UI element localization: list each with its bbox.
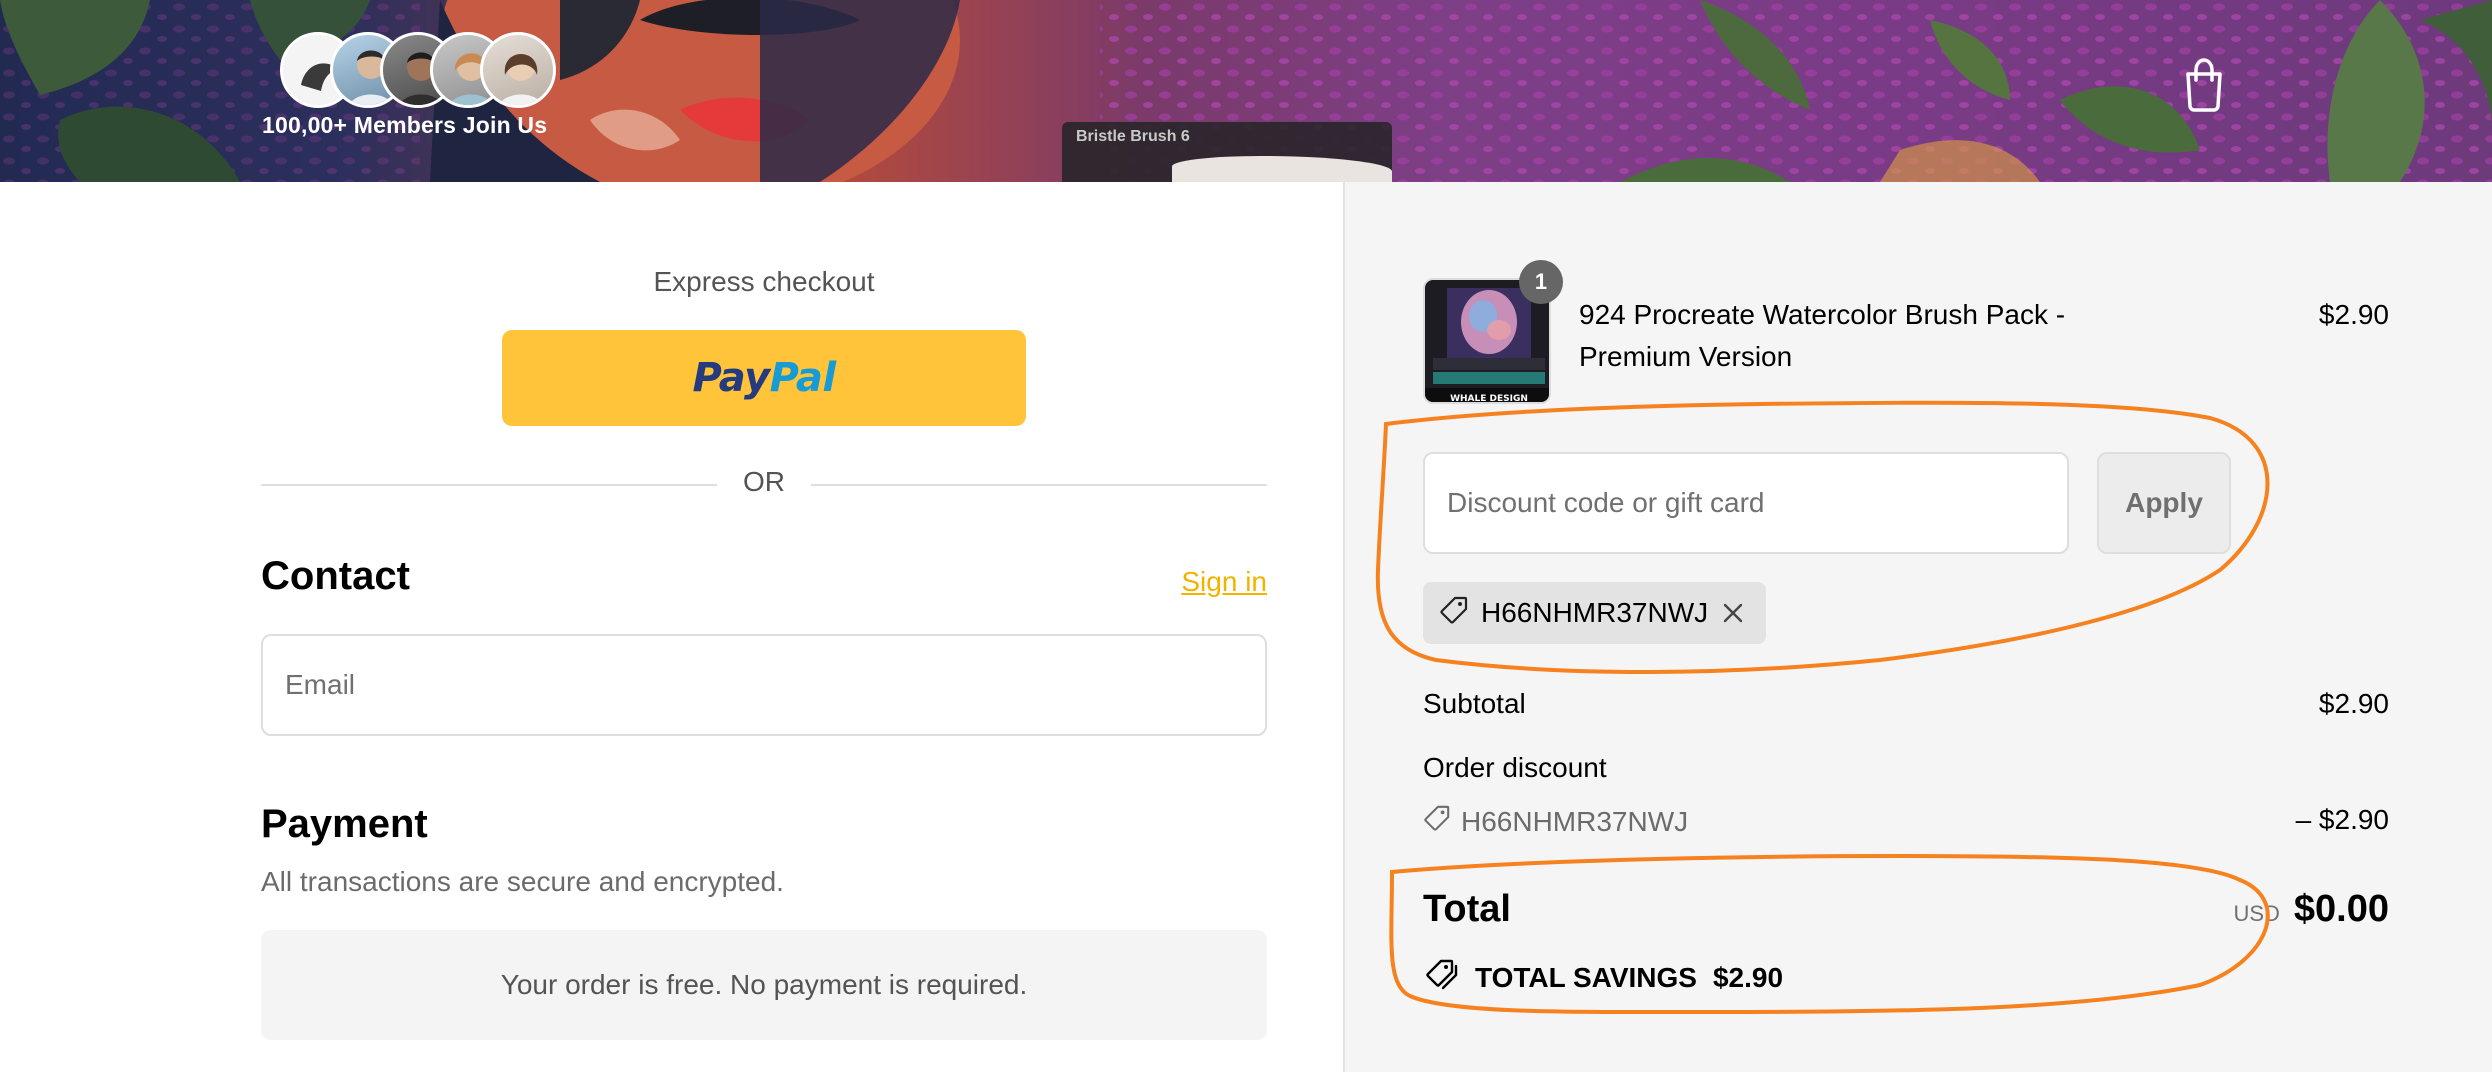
savings-label: TOTAL SAVINGS (1475, 961, 1697, 993)
tag-icon (1423, 804, 1451, 839)
members-badge: 100,00+ Members Join Us (262, 30, 582, 150)
remove-code-icon[interactable] (1720, 600, 1746, 626)
avatar (480, 32, 556, 108)
discount-value: – $2.90 (2295, 804, 2389, 835)
savings-tag-icon (1423, 958, 1459, 997)
free-order-notice: Your order is free. No payment is requir… (261, 930, 1267, 1040)
applied-discount-chip: H66NHMR37NWJ (1423, 582, 1767, 644)
quantity-badge: 1 (1519, 260, 1563, 304)
contact-title: Contact (261, 554, 410, 598)
product-name: 924 Procreate Watercolor Brush Pack - Pr… (1579, 299, 2066, 372)
discount-code-line: H66NHMR37NWJ (1423, 804, 1688, 839)
order-discount-label: Order discount (1423, 752, 1607, 783)
paypal-button[interactable]: PayPal (502, 330, 1026, 426)
shopping-bag-icon[interactable] (2180, 56, 2228, 112)
total-savings: TOTAL SAVINGS $2.90 (1423, 958, 1783, 997)
total-amount: USD $0.00 (2233, 888, 2389, 931)
order-summary: WHALE DESIGN 1 924 Procreate Watercolor … (1343, 182, 2492, 1072)
or-divider: OR (261, 466, 1267, 502)
divider-line (261, 484, 717, 486)
member-avatars (280, 30, 560, 110)
header-banner: 100,00+ Members Join Us Bristle Brush 6 (0, 0, 2492, 182)
applied-code-text: H66NHMR37NWJ (1481, 597, 1709, 628)
checkout-main: Express checkout PayPal OR Contact Sign … (0, 182, 1343, 1072)
thumbnail-caption: WHALE DESIGN (1450, 394, 1528, 404)
email-field[interactable] (261, 634, 1267, 736)
total-label: Total (1423, 888, 1511, 930)
apply-discount-button[interactable]: Apply (2097, 452, 2231, 554)
savings-value: $2.90 (1712, 961, 1784, 993)
express-checkout-label: Express checkout (653, 266, 875, 297)
brush-stroke-preview (1172, 156, 1392, 182)
payment-subtitle: All transactions are secure and encrypte… (261, 866, 784, 897)
brush-preview-chip: Bristle Brush 6 (1062, 122, 1392, 182)
or-label: OR (743, 466, 785, 497)
discount-code-text: H66NHMR37NWJ (1461, 805, 1689, 837)
payment-title: Payment (261, 802, 428, 846)
avatar-person-icon (498, 53, 544, 105)
total-value: $0.00 (2293, 888, 2389, 930)
sign-in-link[interactable]: Sign in (1181, 566, 1267, 598)
discount-code-input[interactable] (1423, 452, 2069, 554)
subtotal-value: $2.90 (2318, 688, 2389, 719)
divider-line (811, 484, 1267, 486)
currency-code: USD (2233, 901, 2280, 926)
brush-chip-label: Bristle Brush 6 (1076, 128, 1190, 145)
tag-icon (1439, 595, 1469, 632)
subtotal-label: Subtotal (1423, 688, 1526, 719)
members-count-label: 100,00+ Members Join Us (262, 112, 548, 138)
paypal-logo: PayPal (692, 355, 836, 401)
product-price: $2.90 (2318, 299, 2389, 330)
